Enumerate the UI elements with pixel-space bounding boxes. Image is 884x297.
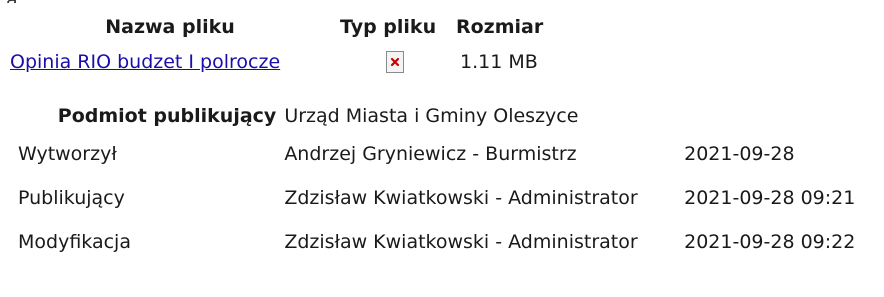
created-date: 2021-09-28 [684, 143, 795, 165]
created-by-name: Andrzej Gryniewicz - Burmistrz [284, 143, 577, 165]
table-row: Publikujący Zdzisław Kwiatkowski - Admin… [10, 176, 884, 220]
column-header-file-type: Typ pliku [340, 16, 437, 38]
publisher-date [684, 99, 884, 132]
top-text-fragment: ą [6, 0, 18, 3]
publisher-row: Podmiot publikujący Urząd Miasta i Gminy… [10, 99, 884, 132]
published-by-value: Zdzisław Kwiatkowski - Administrator [284, 176, 684, 220]
publisher-value: Urząd Miasta i Gminy Oleszyce [284, 104, 579, 127]
published-by-label: Publikujący [18, 187, 125, 209]
table-row: Modyfikacja Zdzisław Kwiatkowski - Admin… [10, 220, 884, 264]
published-date: 2021-09-28 09:21 [684, 187, 856, 209]
modified-by-value: Zdzisław Kwiatkowski - Administrator [284, 220, 684, 264]
created-by-value: Andrzej Gryniewicz - Burmistrz [284, 132, 684, 176]
attachments-table: Nazwa pliku Typ pliku Rozmiar Opinia RIO… [10, 12, 570, 82]
top-text-fragment-glyph: ą [6, 0, 18, 3]
modified-by-label: Modyfikacja [18, 231, 131, 253]
modified-by-name: Zdzisław Kwiatkowski - Administrator [284, 231, 638, 253]
table-row: Opinia RIO budzet I polrocze 1.11 MB [10, 42, 570, 82]
column-header-file-name: Nazwa pliku [105, 16, 235, 38]
file-size-cell: 1.11 MB [460, 51, 538, 73]
file-download-link[interactable]: Opinia RIO budzet I polrocze [10, 51, 280, 73]
column-header-file-size: Rozmiar [456, 16, 544, 38]
file-name-cell: Opinia RIO budzet I polrocze [10, 42, 330, 82]
metadata-table: Podmiot publikujący Urząd Miasta i Gminy… [10, 99, 884, 264]
file-type-cell [330, 42, 456, 82]
published-by-name: Zdzisław Kwiatkowski - Administrator [284, 187, 638, 209]
attachments-header-row: Nazwa pliku Typ pliku Rozmiar [10, 12, 570, 42]
created-by-label: Wytworzył [18, 143, 117, 165]
table-row: Wytworzył Andrzej Gryniewicz - Burmistrz… [10, 132, 884, 176]
broken-image-icon [385, 51, 404, 74]
publisher-label: Podmiot publikujący [57, 104, 277, 127]
modified-date: 2021-09-28 09:22 [684, 231, 856, 253]
